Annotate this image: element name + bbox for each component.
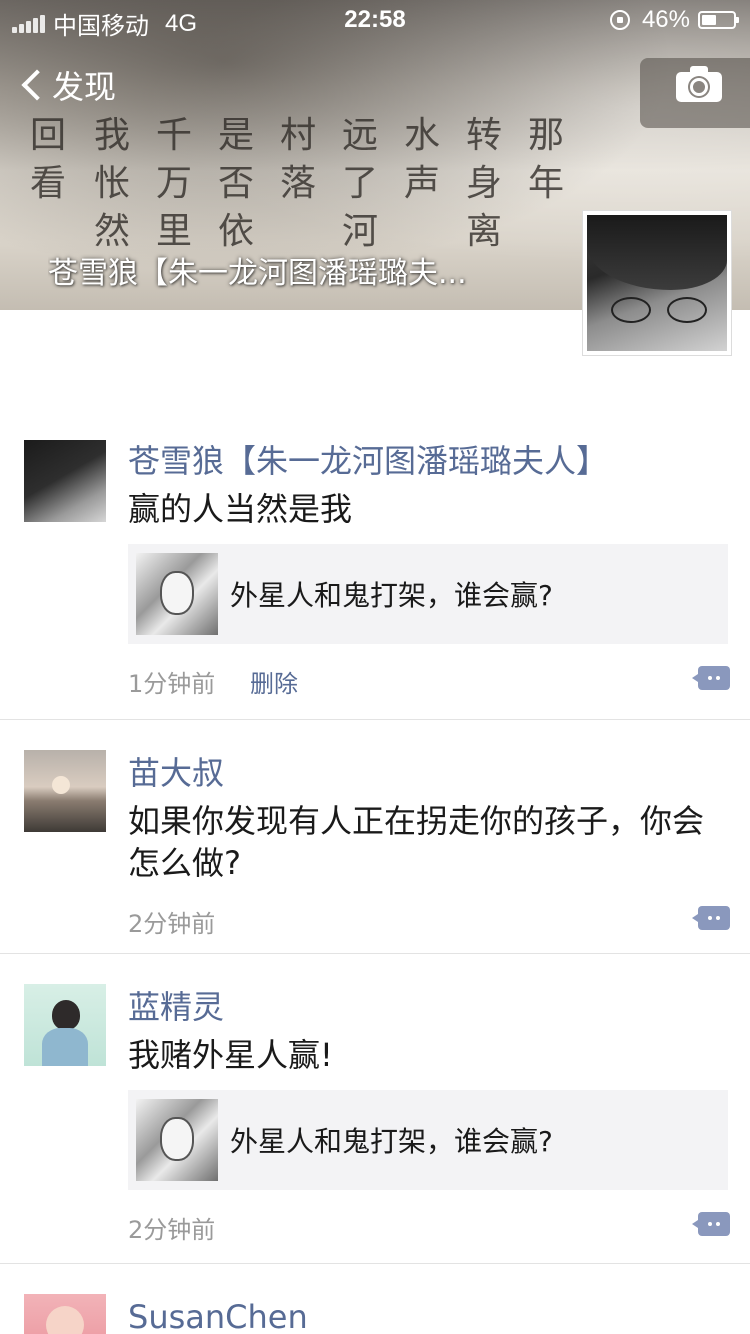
- back-label: 发现: [52, 68, 117, 106]
- shared-link-thumbnail: [136, 553, 218, 635]
- poem-column: 村落: [279, 115, 316, 204]
- avatar[interactable]: [24, 984, 106, 1066]
- poem-column: 远了河: [341, 115, 378, 252]
- post-text: 我赌外星人赢!: [128, 1036, 333, 1074]
- rotation-lock-icon: [609, 10, 630, 30]
- poem-column: 水声: [403, 115, 440, 204]
- comment-button[interactable]: [692, 1210, 730, 1238]
- poster-name[interactable]: SusanChen: [128, 1294, 730, 1334]
- comment-button[interactable]: [692, 664, 730, 692]
- delete-button[interactable]: 删除: [250, 664, 298, 699]
- battery-percent: 46%: [641, 6, 690, 33]
- status-bar: 中国移动 4G 22:58 46%: [0, 0, 750, 40]
- camera-icon-lens: [690, 78, 708, 96]
- comment-button[interactable]: [692, 904, 730, 932]
- shared-link-title: 外星人和鬼打架，谁会赢?: [230, 1125, 553, 1158]
- avatar-hair: [587, 215, 727, 290]
- poem-column: 我怅然: [93, 115, 130, 252]
- feed-item-content: 苍雪狼【朱一龙河图潘瑶璐夫人】 赢的人当然是我 外星人和鬼打架，谁会赢? 1分钟…: [128, 418, 750, 712]
- post-text: 赢的人当然是我: [128, 490, 353, 528]
- chevron-left-icon: [21, 69, 53, 101]
- moments-feed: 苍雪狼【朱一龙河图潘瑶璐夫人】 赢的人当然是我 外星人和鬼打架，谁会赢? 1分钟…: [0, 418, 750, 1334]
- profile-avatar[interactable]: [582, 210, 732, 356]
- shared-link-card[interactable]: 外星人和鬼打架，谁会赢?: [128, 1090, 728, 1190]
- poem-column: 回看: [29, 115, 66, 204]
- poster-name[interactable]: 苍雪狼【朱一龙河图潘瑶璐夫人】: [128, 438, 730, 484]
- post-text: 如果你发现有人正在拐走你的孩子，你会怎么做?: [128, 802, 705, 882]
- battery-icon: [698, 11, 739, 29]
- poem-column: 千万里: [155, 115, 192, 252]
- feed-item-content: 蓝精灵 我赌外星人赢! 外星人和鬼打架，谁会赢? 2分钟前: [128, 954, 750, 1258]
- camera-button[interactable]: [676, 66, 722, 102]
- feed-item-content: SusanChen: [128, 1264, 750, 1334]
- post-time: 1分钟前: [128, 670, 216, 698]
- comment-icon: [692, 666, 730, 690]
- comment-icon: [692, 1212, 730, 1236]
- avatar-glasses-right: [667, 297, 707, 323]
- shared-link-title: 外星人和鬼打架，谁会赢?: [230, 579, 553, 612]
- comment-icon: [692, 906, 730, 930]
- post-time: 2分钟前: [128, 910, 216, 938]
- post-meta: 2分钟前: [128, 890, 730, 952]
- shared-link-card[interactable]: 外星人和鬼打架，谁会赢?: [128, 544, 728, 644]
- back-button[interactable]: 发现: [18, 62, 116, 108]
- battery-fill: [702, 15, 716, 25]
- feed-item-content: 苗大叔 如果你发现有人正在拐走你的孩子，你会怎么做? 2分钟前: [128, 720, 750, 952]
- avatar[interactable]: [24, 750, 106, 832]
- feed-item: 苗大叔 如果你发现有人正在拐走你的孩子，你会怎么做? 2分钟前: [0, 720, 750, 954]
- poem-column: 那年: [527, 115, 564, 204]
- shared-link-thumbnail: [136, 1099, 218, 1181]
- poster-name[interactable]: 蓝精灵: [128, 984, 730, 1030]
- feed-item: 蓝精灵 我赌外星人赢! 外星人和鬼打架，谁会赢? 2分钟前: [0, 954, 750, 1264]
- poem-column: 转身离: [465, 115, 502, 252]
- poem-column: 是否依: [217, 115, 254, 252]
- avatar[interactable]: [24, 1294, 106, 1334]
- avatar[interactable]: [24, 440, 106, 522]
- avatar-glasses-left: [611, 297, 651, 323]
- poster-name[interactable]: 苗大叔: [128, 750, 730, 796]
- profile-avatar-image: [587, 215, 727, 351]
- cover-user-name[interactable]: 苍雪狼【朱一龙河图潘瑶璐夫...: [48, 248, 568, 292]
- feed-item: SusanChen: [0, 1264, 750, 1334]
- feed-item: 苍雪狼【朱一龙河图潘瑶璐夫人】 赢的人当然是我 外星人和鬼打架，谁会赢? 1分钟…: [0, 418, 750, 720]
- status-right: 46%: [609, 6, 739, 34]
- post-meta: 2分钟前: [128, 1196, 730, 1258]
- post-time: 2分钟前: [128, 1216, 216, 1244]
- post-meta: 1分钟前 删除: [128, 650, 730, 712]
- moments-page: 回看 我怅然 千万里 是否依 村落 远了河 水声 转身离 那年 中国移动 4G …: [0, 0, 750, 1334]
